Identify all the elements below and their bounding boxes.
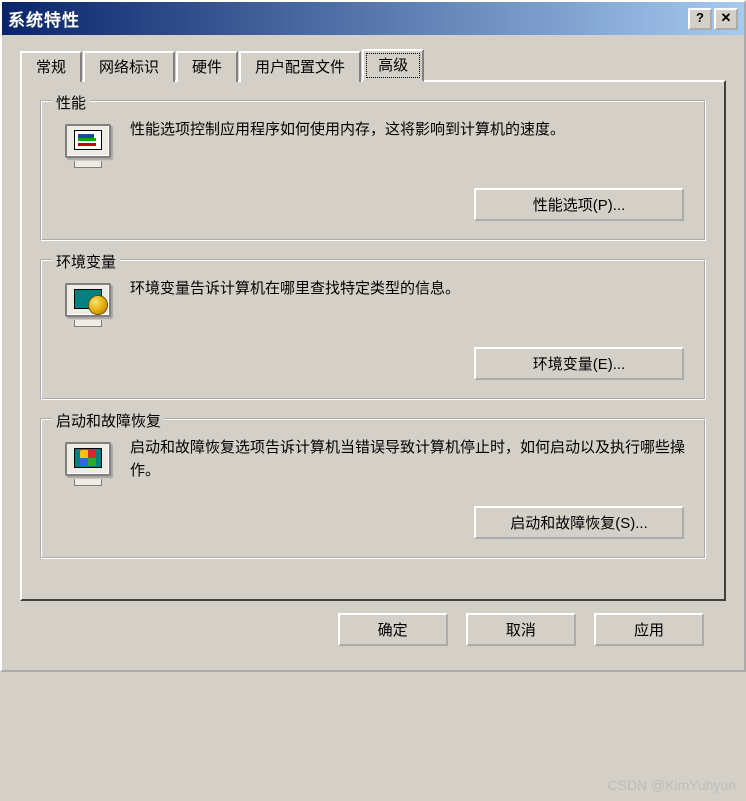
- startup-recovery-button[interactable]: 启动和故障恢复(S)...: [474, 506, 684, 539]
- group-env-vars: 环境变量 环境变量告诉计算机在哪里查找特定类型的信息。 环境变量(E)...: [40, 259, 706, 400]
- group-performance-desc: 性能选项控制应用程序如何使用内存，这将影响到计算机的速度。: [130, 118, 686, 141]
- titlebar: 系统特性 ? ✕: [2, 2, 744, 35]
- close-button[interactable]: ✕: [714, 8, 738, 30]
- apply-button[interactable]: 应用: [594, 613, 704, 646]
- group-startup-recovery: 启动和故障恢复 启动和故障恢复选项告诉计算机当错误导致计算机停止时，如何启动以及…: [40, 418, 706, 559]
- tab-panel-advanced: 性能 性能选项控制应用程序如何使用内存，这将影响到计算机的速度。 性能选项(P)…: [20, 80, 726, 601]
- tab-network-id[interactable]: 网络标识: [83, 51, 175, 82]
- group-startup-desc: 启动和故障恢复选项告诉计算机当错误导致计算机停止时，如何启动以及执行哪些操作。: [130, 436, 686, 483]
- tab-strip: 常规 网络标识 硬件 用户配置文件 高级: [20, 51, 726, 82]
- ok-button[interactable]: 确定: [338, 613, 448, 646]
- env-vars-icon: [60, 277, 116, 333]
- group-env-desc: 环境变量告诉计算机在哪里查找特定类型的信息。: [130, 277, 686, 300]
- system-properties-window: 系统特性 ? ✕ 常规 网络标识 硬件 用户配置文件 高级 性能 性能选项控制应…: [0, 0, 746, 672]
- startup-recovery-icon: [60, 436, 116, 492]
- titlebar-buttons: ? ✕: [688, 8, 738, 30]
- dialog-footer: 确定 取消 应用: [20, 601, 726, 660]
- group-performance: 性能 性能选项控制应用程序如何使用内存，这将影响到计算机的速度。 性能选项(P)…: [40, 100, 706, 241]
- tab-advanced[interactable]: 高级: [362, 49, 424, 82]
- window-title: 系统特性: [8, 6, 80, 31]
- group-env-title: 环境变量: [52, 251, 120, 272]
- env-vars-button[interactable]: 环境变量(E)...: [474, 347, 684, 380]
- tab-hardware[interactable]: 硬件: [176, 51, 238, 82]
- watermark: CSDN @KimYuhyun: [607, 777, 736, 793]
- performance-icon: [60, 118, 116, 174]
- performance-options-button[interactable]: 性能选项(P)...: [474, 188, 684, 221]
- group-startup-title: 启动和故障恢复: [52, 410, 165, 431]
- tabs-container: 常规 网络标识 硬件 用户配置文件 高级 性能 性能选项控制应用程序如何使用内存…: [2, 35, 744, 670]
- help-button[interactable]: ?: [688, 8, 712, 30]
- tab-user-profiles[interactable]: 用户配置文件: [239, 51, 361, 82]
- tab-general[interactable]: 常规: [20, 51, 82, 82]
- cancel-button[interactable]: 取消: [466, 613, 576, 646]
- group-performance-title: 性能: [52, 92, 90, 113]
